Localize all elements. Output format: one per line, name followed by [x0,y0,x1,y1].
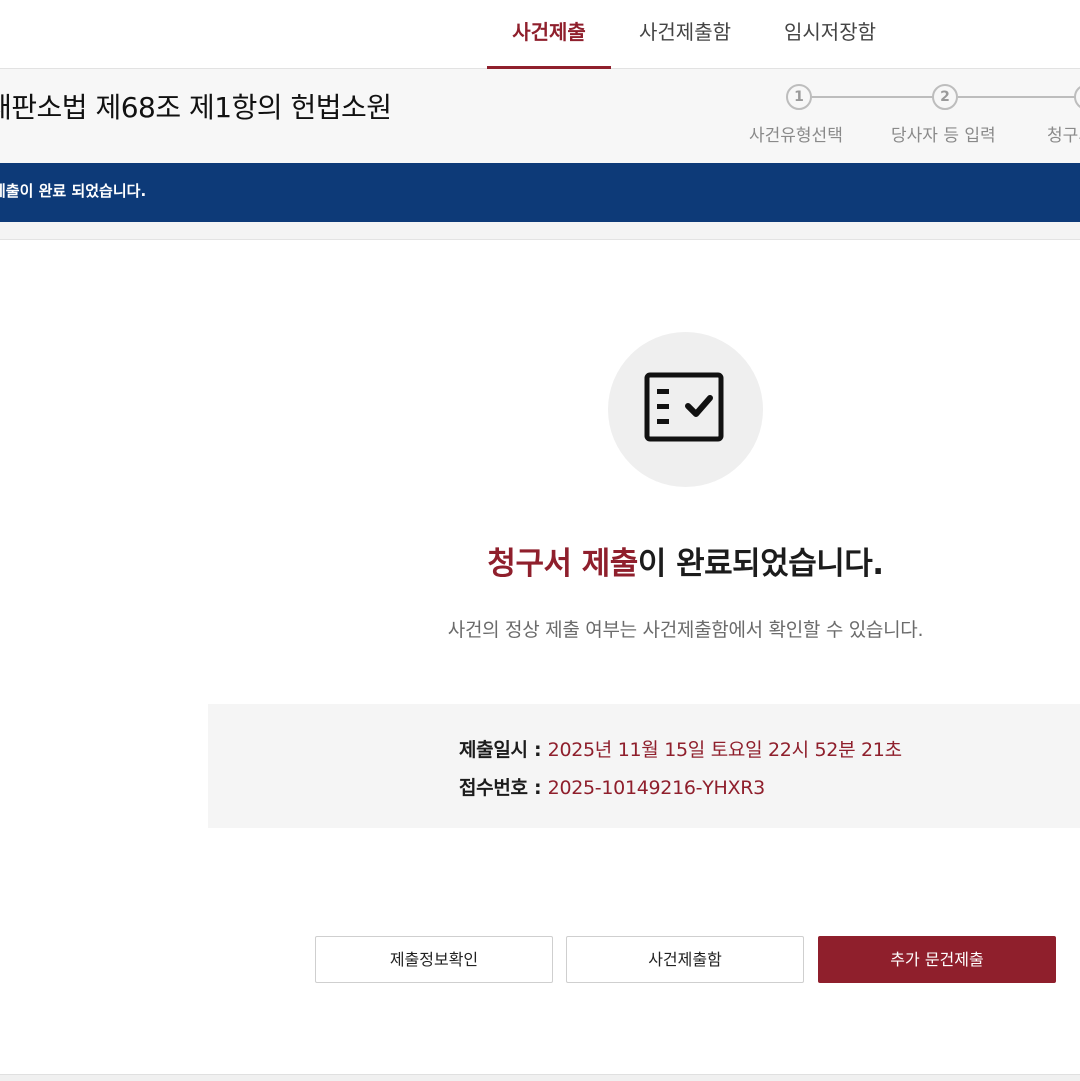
section-divider [0,222,1080,240]
tab-case-submit[interactable]: 사건제출 [487,0,611,69]
receipt-number-label: 접수번호 : [459,777,548,799]
stepper-connector [958,96,1080,98]
tab-drafts[interactable]: 임시저장함 [771,0,889,66]
submission-datetime-label: 제출일시 : [459,739,548,761]
additional-document-submit-button[interactable]: 추가 문건제출 [818,936,1056,983]
submission-datetime-value: 2025년 11월 15일 토요일 22시 52분 21초 [547,739,902,761]
completion-headline-rest: 이 완료되었습니다. [637,546,884,582]
receipt-number-value: 2025-10149216-YHXR3 [547,777,766,799]
receipt-number-row: 접수번호 : 2025-10149216-YHXR3 [459,773,765,800]
step-1-label: 사건유형선택 [749,126,843,146]
step-2-indicator: 2 [932,84,958,110]
top-nav: 사건제출 사건제출함 임시저장함 [0,0,1080,69]
completion-headline-accent: 청구서 제출 [487,546,638,582]
tab-case-outbox[interactable]: 사건제출함 [626,0,744,66]
completion-icon-badge [608,332,763,487]
submission-datetime-row: 제출일시 : 2025년 11월 15일 토요일 22시 52분 21초 [459,735,902,762]
stepper-connector [810,96,934,98]
case-outbox-button[interactable]: 사건제출함 [566,936,804,983]
step-1-indicator: 1 [786,84,812,110]
submission-info-box [208,704,1080,828]
page-title: 재판소법 제68조 제1항의 헌법소원 [0,91,392,124]
check-submission-info-button[interactable]: 제출정보확인 [315,936,553,983]
notice-banner-text: 제출이 완료 되었습니다. [0,182,147,200]
completion-subtext: 사건의 정상 제출 여부는 사건제출함에서 확인할 수 있습니다. [447,619,924,641]
completion-headline: 청구서 제출이 완료되었습니다. [0,538,1080,583]
step-2-label: 당사자 등 입력 [891,126,996,146]
checklist-icon [644,372,724,442]
step-3-label: 청구서 [1047,126,1080,146]
notice-banner [0,163,1080,222]
